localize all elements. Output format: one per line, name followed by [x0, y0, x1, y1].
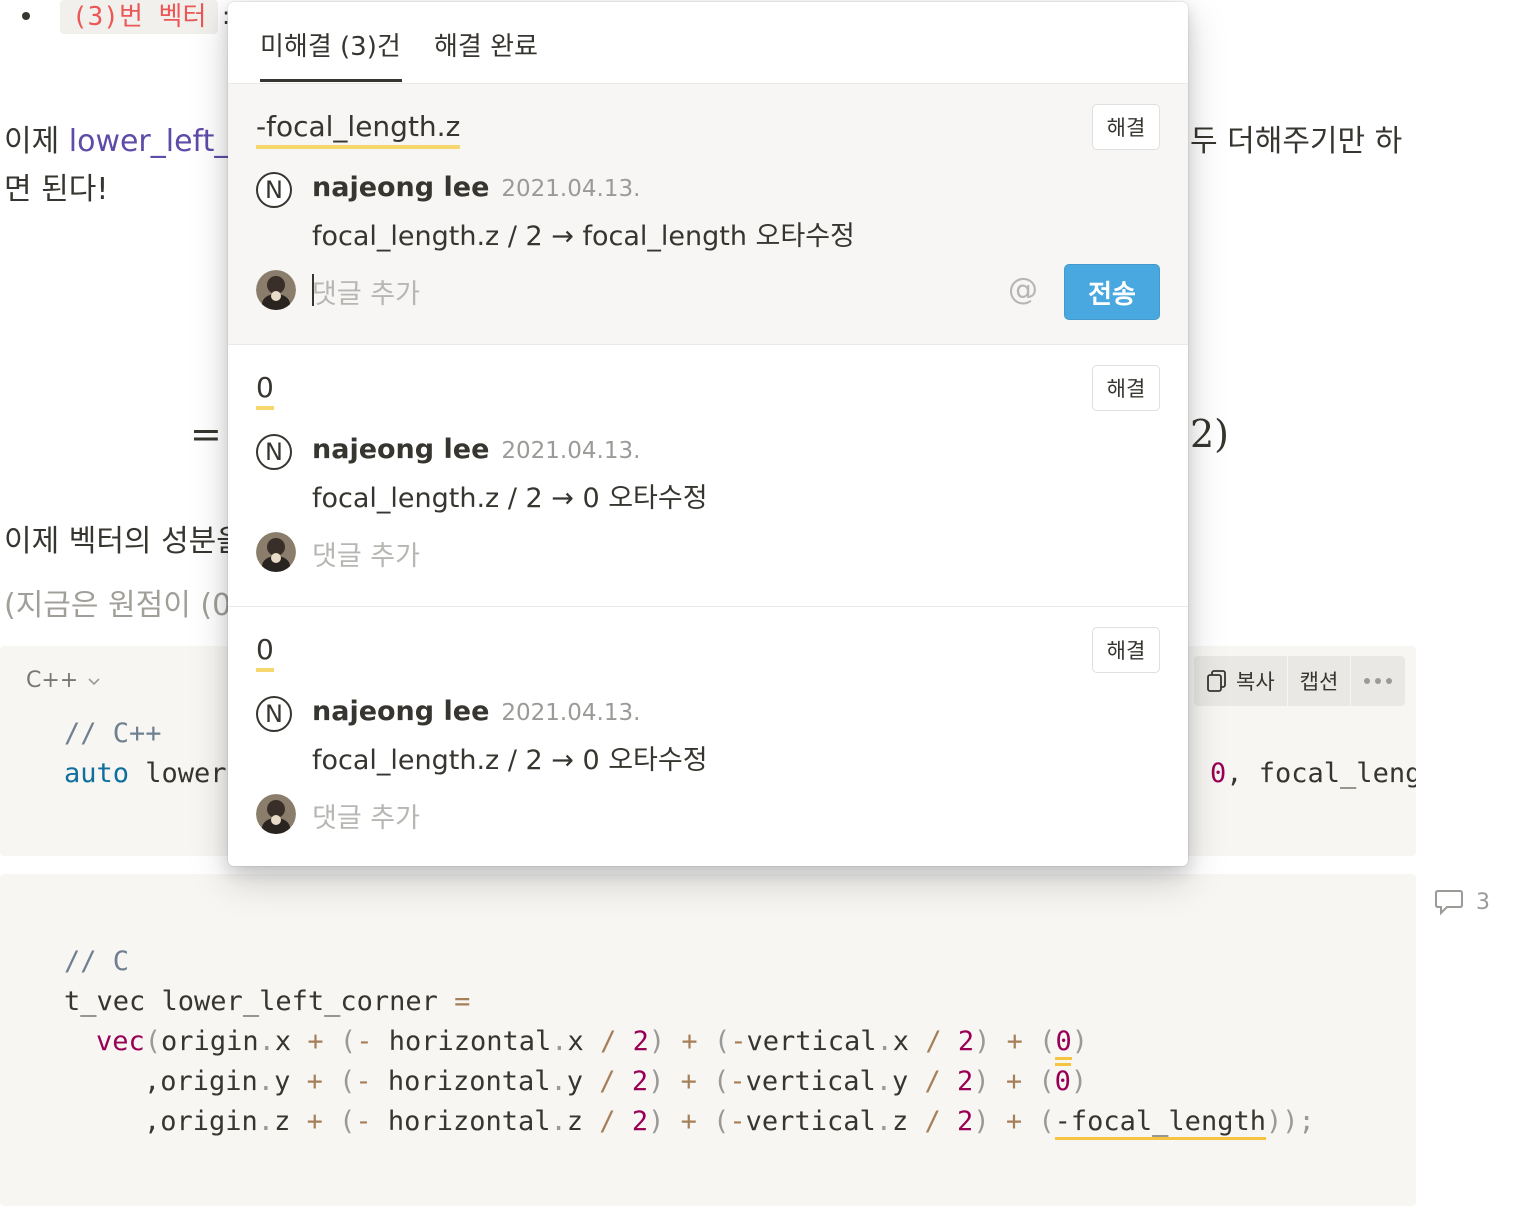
code-line: t_vec lower_left_corner = [64, 982, 470, 1022]
send-button[interactable]: 전송 [1064, 264, 1160, 320]
code-ident: horizontal [387, 1106, 551, 1137]
comment-date: 2021.04.13. [501, 700, 641, 726]
paragraph-line: 이제 lower_left_ [4, 118, 229, 166]
comment-body: focal_length.z / 2 → 0 오타수정 [312, 745, 708, 776]
code-keyword: auto [64, 758, 130, 789]
comment-tabs: 미해결 (3)건 해결 완료 [228, 2, 1188, 84]
thread-quote[interactable]: 0 [256, 371, 274, 410]
more-dots-icon [1364, 678, 1393, 684]
thread-quote[interactable]: -focal_length.z [256, 110, 461, 149]
comment-body: focal_length.z / 2 → 0 오타수정 [312, 483, 708, 514]
comment-author: najeong lee 2021.04.13. [312, 172, 640, 203]
code-ident: vertical [745, 1066, 876, 1097]
copy-icon [1207, 670, 1226, 692]
comment-thread: -focal_length.z 해결 N najeong lee 2021.04.… [228, 84, 1188, 345]
code-ident: x [892, 1026, 910, 1057]
author-avatar: N [256, 696, 292, 732]
paragraph-components: 이제 벡터의 성분을 [4, 524, 244, 559]
reply-input[interactable]: 댓글 추가 [312, 272, 420, 311]
paragraph-line-right: 두 더해주기만 하 [1190, 124, 1403, 159]
chevron-down-icon [88, 677, 100, 685]
caption-button[interactable]: 캡션 [1288, 656, 1352, 706]
code-ident: ,origin [144, 1066, 258, 1097]
code-ident: x [567, 1026, 584, 1057]
bullet-dot [22, 12, 30, 20]
code-line: auto lower [64, 754, 227, 794]
code-ident: y [891, 1066, 909, 1097]
more-button[interactable] [1351, 656, 1405, 706]
comment-author: najeong lee 2021.04.13. [312, 434, 640, 465]
code-line: ,origin.y + (- horizontal.y / 2) + (-ver… [144, 1062, 1087, 1102]
tab-unresolved[interactable]: 미해결 (3)건 [260, 26, 401, 63]
author-name: najeong lee [312, 434, 490, 465]
commented-highlight[interactable]: 0 [1055, 1026, 1072, 1060]
code-number: 0 [1210, 758, 1227, 789]
code-line: ,origin.z + (- horizontal.z / 2) + (-ver… [144, 1102, 1315, 1142]
code-line-right: 0, focal_leng [1210, 754, 1416, 794]
equation-right: 2) [1190, 412, 1230, 456]
comment-date: 2021.04.13. [501, 176, 641, 202]
comment-thread: 0 해결 N najeong lee 2021.04.13. focal_leng… [228, 607, 1188, 866]
code-line: // C [64, 946, 130, 977]
copy-label: 복사 [1236, 670, 1275, 694]
code-function: vec [96, 1026, 145, 1057]
language-selector[interactable]: C++ [26, 668, 102, 693]
comment-author: najeong lee 2021.04.13. [312, 696, 640, 727]
author-name: najeong lee [312, 696, 490, 727]
reply-input[interactable]: 댓글 추가 [312, 534, 420, 573]
comment-count-button[interactable]: 3 [1434, 888, 1490, 916]
avatar [256, 270, 296, 310]
code-operator: = [454, 986, 471, 1017]
paragraph-note: (지금은 원점이 (0 [4, 588, 232, 623]
caption-label: 캡션 [1299, 670, 1339, 694]
resolve-button[interactable]: 해결 [1092, 627, 1160, 673]
thread-quote[interactable]: 0 [256, 633, 274, 672]
code-ident: y [274, 1066, 291, 1097]
comment-bubble-icon [1435, 890, 1463, 916]
code-ident: horizontal [388, 1026, 552, 1057]
resolve-button[interactable]: 해결 [1092, 104, 1160, 150]
avatar [256, 532, 296, 572]
comment-thread: 0 해결 N najeong lee 2021.04.13. focal_leng… [228, 345, 1188, 607]
code-toolbar: 복사 캡션 [1194, 656, 1406, 706]
paragraph-line-2: 면 된다! [4, 172, 109, 207]
comment-count: 3 [1476, 889, 1490, 915]
code-ident: vertical [746, 1026, 877, 1057]
code-line: vec(origin.x + (- horizontal.x / 2) + (-… [96, 1022, 1088, 1062]
avatar [256, 794, 296, 834]
code-ident: ,origin [144, 1106, 258, 1137]
author-name: najeong lee [312, 172, 490, 203]
author-avatar: N [256, 434, 292, 470]
code-ident: z [891, 1106, 909, 1137]
code-type: t_vec [64, 986, 146, 1017]
equation-equals: = [190, 412, 222, 456]
code-text: lower [129, 758, 227, 789]
code-ident: x [274, 1026, 292, 1057]
code-ident: horizontal [387, 1066, 551, 1097]
code-line: // C++ [64, 718, 162, 749]
comments-popup: 미해결 (3)건 해결 완료 -focal_length.z 해결 N naje… [228, 2, 1188, 866]
commented-highlight[interactable]: -focal_length [1054, 1106, 1266, 1140]
paragraph-prefix: 이제 [4, 124, 69, 159]
code-ident: vertical [745, 1106, 876, 1137]
code-ident: origin [161, 1026, 259, 1057]
mention-button[interactable]: @ [1008, 272, 1038, 307]
comment-date: 2021.04.13. [501, 438, 641, 464]
code-ident: z [566, 1106, 584, 1137]
reply-input[interactable]: 댓글 추가 [312, 796, 420, 835]
code-ident: y [566, 1066, 584, 1097]
tab-resolved[interactable]: 해결 완료 [434, 26, 538, 63]
author-avatar: N [256, 172, 292, 208]
code-ident: lower_left_corner [145, 986, 455, 1017]
language-label: C++ [26, 668, 79, 693]
comment-body: focal_length.z / 2 → focal_length 오타수정 [312, 221, 855, 252]
code-text: , focal_leng [1226, 758, 1416, 789]
paragraph-link[interactable]: lower_left_ [69, 124, 230, 159]
copy-button[interactable]: 복사 [1194, 656, 1288, 706]
code-ident: z [274, 1106, 291, 1137]
inline-code: (3)번 벡터 [60, 0, 219, 34]
resolve-button[interactable]: 해결 [1092, 365, 1160, 411]
commented-highlight[interactable]: 0 [1054, 1063, 1071, 1097]
active-tab-indicator [260, 79, 402, 82]
